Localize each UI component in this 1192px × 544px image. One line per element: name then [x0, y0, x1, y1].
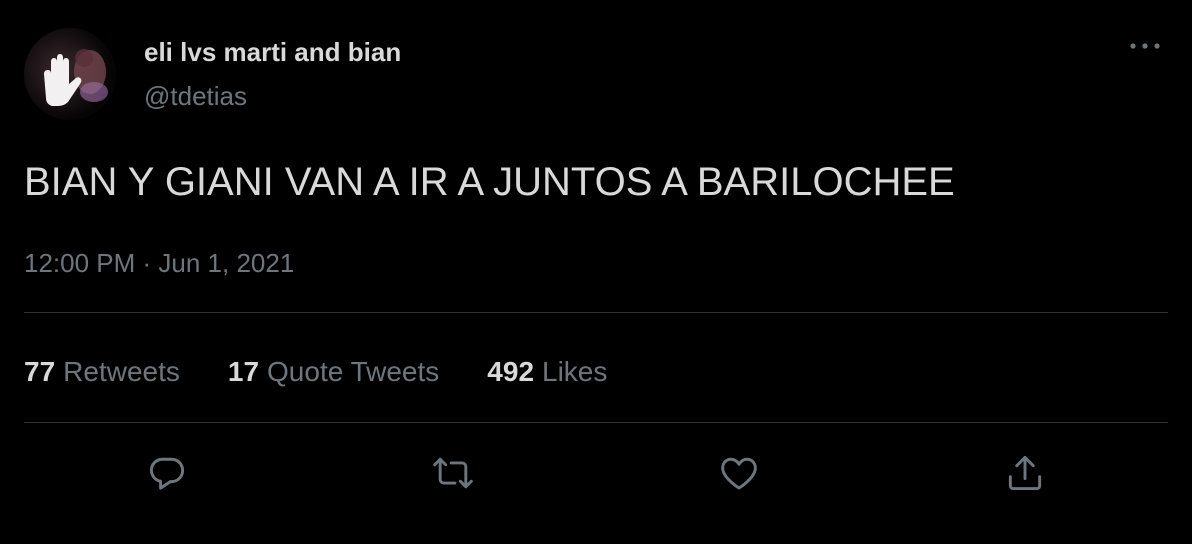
tweet-text: BIAN Y GIANI VAN A IR A JUNTOS A BARILOC… [24, 160, 955, 204]
avatar[interactable] [24, 28, 116, 120]
share-upload-icon [1008, 455, 1042, 491]
likes-count: 492 [487, 356, 535, 387]
divider [24, 312, 1168, 313]
share-button[interactable] [1002, 450, 1048, 496]
retweets-label: Retweets [63, 356, 180, 387]
more-options-button[interactable] [1128, 36, 1162, 56]
reply-button[interactable] [144, 450, 190, 496]
likes-label: Likes [542, 356, 608, 387]
engagement-stats: 77 Retweets 17 Quote Tweets 492 Likes [24, 354, 607, 390]
heart-icon [721, 457, 757, 490]
tweet-timestamp[interactable]: 12:00 PM · Jun 1, 2021 [24, 246, 294, 280]
avatar-photo-icon [24, 28, 116, 120]
tweet-header: eli lvs marti and bian @tdetias [24, 28, 1168, 120]
retweets-count: 77 [24, 356, 56, 387]
like-button[interactable] [716, 450, 762, 496]
retweets-stat[interactable]: 77 Retweets [24, 355, 180, 389]
action-bar [24, 450, 1168, 496]
author-display-name[interactable]: eli lvs marti and bian [144, 36, 401, 68]
quote-tweets-label: Quote Tweets [267, 356, 440, 387]
likes-stat[interactable]: 492 Likes [487, 355, 607, 389]
author-handle[interactable]: @tdetias [144, 80, 401, 112]
quote-tweets-count: 17 [227, 356, 260, 387]
divider [24, 422, 1168, 423]
retweet-arrows-icon [433, 457, 473, 489]
retweet-button[interactable] [430, 450, 476, 496]
author-names: eli lvs marti and bian @tdetias [144, 36, 401, 112]
reply-bubble-icon [149, 457, 185, 490]
more-horizontal-icon [1130, 43, 1160, 49]
quote-tweets-stat[interactable]: 17 Quote Tweets [228, 355, 439, 389]
